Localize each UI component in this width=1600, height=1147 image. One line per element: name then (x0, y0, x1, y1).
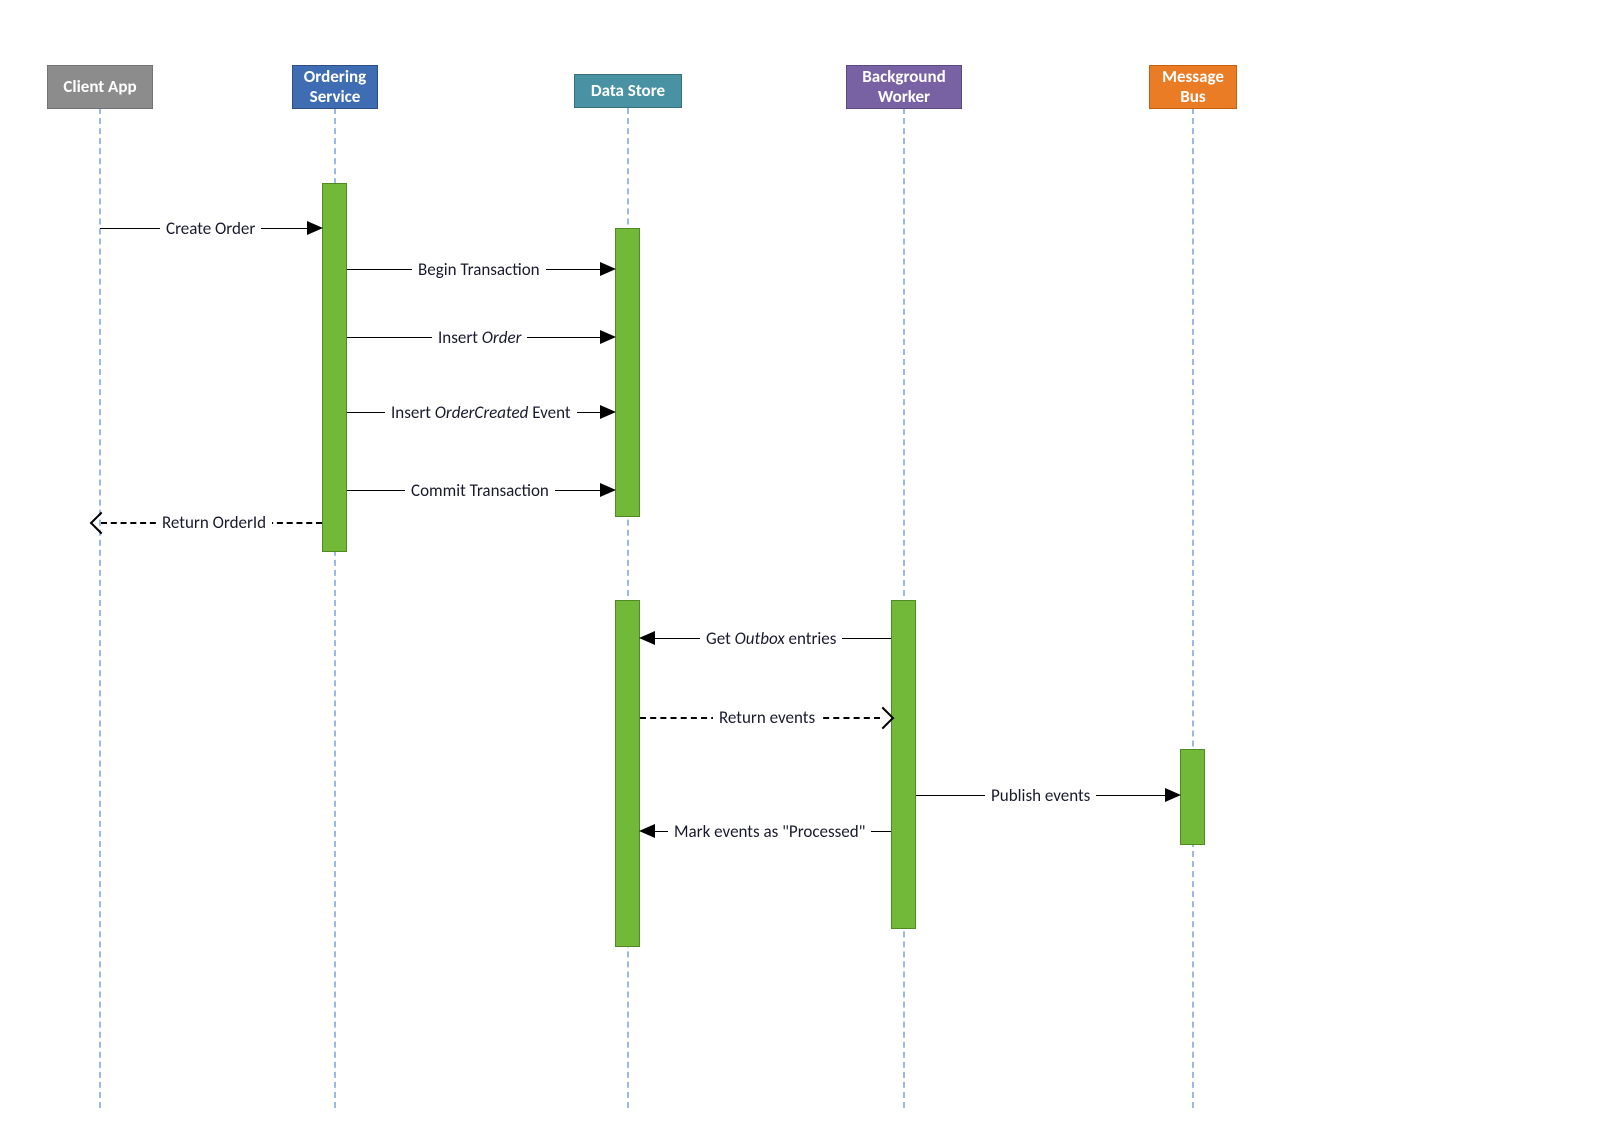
msg-insert-event-label: Insert OrderCreated Event (385, 402, 577, 423)
msg-begin-tx-label: Begin Transaction (412, 259, 546, 280)
activation-ordering (322, 183, 347, 552)
participant-ordering: Ordering Service (292, 65, 378, 109)
msg-return-events-label: Return events (713, 707, 821, 728)
activation-datastore-1 (615, 228, 640, 517)
participant-label: Background Worker (853, 67, 955, 106)
sequence-diagram: Client App Ordering Service Data Store B… (0, 0, 1600, 1147)
participant-worker: Background Worker (846, 65, 962, 109)
open-arrowhead-icon (90, 512, 113, 535)
activation-worker (891, 600, 916, 929)
msg-create-order-label: Create Order (160, 218, 261, 239)
participant-label: Data Store (591, 81, 665, 101)
arrowhead-icon (1165, 788, 1181, 802)
msg-insert-order-label: Insert Order (432, 327, 527, 348)
msg-mark-label: Mark events as "Processed" (668, 821, 871, 842)
lifeline-client (99, 108, 101, 1108)
arrowhead-icon (307, 221, 323, 235)
msg-return-id-label: Return OrderId (156, 512, 272, 533)
activation-bus (1180, 749, 1205, 845)
participant-label: Ordering Service (299, 67, 371, 106)
arrowhead-icon (639, 631, 655, 645)
participant-label: Client App (63, 77, 136, 97)
msg-commit-tx-label: Commit Transaction (405, 480, 555, 501)
arrowhead-icon (600, 262, 616, 276)
msg-publish-label: Publish events (985, 785, 1096, 806)
arrowhead-icon (600, 330, 616, 344)
arrowhead-icon (639, 824, 655, 838)
lifeline-bus (1192, 108, 1194, 1108)
participant-label: Message Bus (1156, 67, 1230, 106)
participant-bus: Message Bus (1149, 65, 1237, 109)
activation-datastore-2 (615, 600, 640, 947)
msg-get-outbox-label: Get Outbox entries (700, 628, 842, 649)
participant-client: Client App (47, 65, 153, 109)
arrowhead-icon (600, 405, 616, 419)
participant-datastore: Data Store (574, 74, 682, 108)
arrowhead-icon (600, 483, 616, 497)
